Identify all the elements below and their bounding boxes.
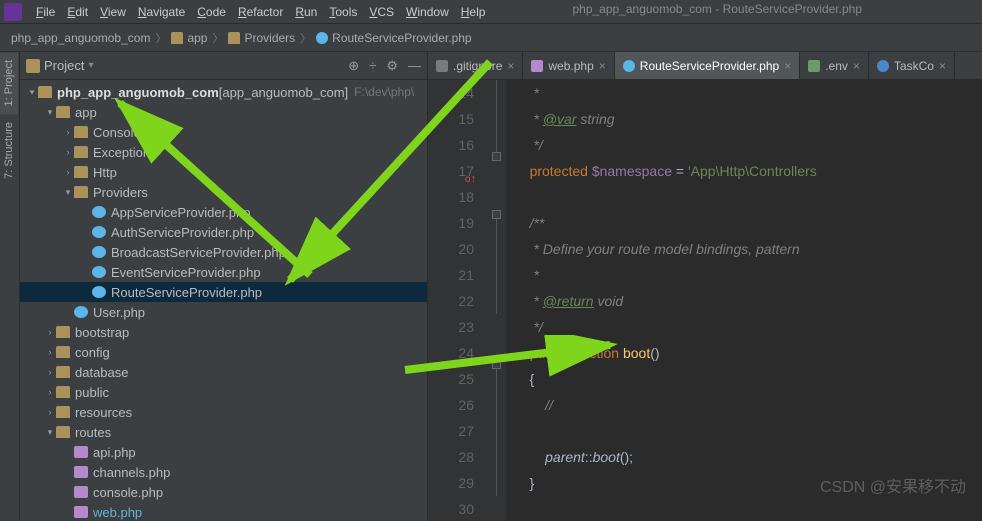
tree-row[interactable]: EventServiceProvider.php	[20, 262, 427, 282]
line-gutter: 14151617o↑18192021222324o↑252627282930	[428, 80, 488, 521]
breadcrumb-item[interactable]: php_app_anguomob_com	[8, 31, 153, 45]
tree-row[interactable]: ▾Providers	[20, 182, 427, 202]
project-panel: Project ▾ ⊕ ÷ ⚙ — ▾php_app_anguomob_com …	[20, 52, 428, 521]
menu-file[interactable]: File	[30, 3, 61, 21]
menu-vcs[interactable]: VCS	[363, 3, 400, 21]
code-area[interactable]: * * @var string */ protected $namespace …	[506, 80, 982, 521]
tool-structure[interactable]: 7: Structure	[0, 114, 18, 187]
fold-marker[interactable]	[492, 152, 501, 161]
menu-code[interactable]: Code	[191, 3, 232, 21]
window-title: php_app_anguomob_com - RouteServiceProvi…	[572, 2, 862, 16]
tree-row[interactable]: ›config	[20, 342, 427, 362]
editor-tabs: .gitignore×web.php×RouteServiceProvider.…	[428, 52, 982, 80]
tree-row[interactable]: ▾routes	[20, 422, 427, 442]
tree-row[interactable]: AppServiceProvider.php	[20, 202, 427, 222]
project-tree[interactable]: ▾php_app_anguomob_com [app_anguomob_com]…	[20, 80, 427, 521]
tool-window-bar: 1: Project 7: Structure	[0, 52, 20, 521]
editor-tab[interactable]: TaskCo×	[869, 52, 955, 79]
editor-panel: .gitignore×web.php×RouteServiceProvider.…	[428, 52, 982, 521]
app-icon	[4, 3, 22, 21]
tree-row[interactable]: ›Http	[20, 162, 427, 182]
breadcrumb: php_app_anguomob_com〉app〉Providers〉Route…	[0, 24, 982, 52]
tree-row[interactable]: channels.php	[20, 462, 427, 482]
menu-edit[interactable]: Edit	[61, 3, 94, 21]
tree-row[interactable]: api.php	[20, 442, 427, 462]
fold-marker[interactable]	[492, 210, 501, 219]
tree-row[interactable]: ›Console	[20, 122, 427, 142]
tree-row[interactable]: console.php	[20, 482, 427, 502]
target-icon[interactable]: ⊕	[348, 58, 359, 74]
project-panel-header: Project ▾ ⊕ ÷ ⚙ —	[20, 52, 427, 80]
menu-window[interactable]: Window	[400, 3, 455, 21]
editor-body[interactable]: 14151617o↑18192021222324o↑252627282930 *…	[428, 80, 982, 521]
watermark: CSDN @安果移不动	[820, 473, 966, 497]
tree-row[interactable]: ▾app	[20, 102, 427, 122]
menu-run[interactable]: Run	[289, 3, 323, 21]
fold-marker[interactable]	[492, 360, 501, 369]
close-icon[interactable]: ×	[853, 59, 860, 73]
editor-tab[interactable]: web.php×	[523, 52, 614, 79]
tree-row[interactable]: ›database	[20, 362, 427, 382]
menu-navigate[interactable]: Navigate	[132, 3, 191, 21]
tree-row[interactable]: ›Exceptions	[20, 142, 427, 162]
tree-row[interactable]: AuthServiceProvider.php	[20, 222, 427, 242]
menu-tools[interactable]: Tools	[323, 3, 363, 21]
tree-row[interactable]: web.php	[20, 502, 427, 521]
menu-view[interactable]: View	[94, 3, 132, 21]
hide-icon[interactable]: —	[408, 58, 421, 74]
fold-bar	[488, 80, 506, 521]
breadcrumb-item[interactable]: Providers	[225, 31, 298, 45]
tree-row[interactable]: ›public	[20, 382, 427, 402]
editor-tab[interactable]: RouteServiceProvider.php×	[615, 52, 800, 79]
tree-row[interactable]: ▾php_app_anguomob_com [app_anguomob_com]…	[20, 82, 427, 102]
close-icon[interactable]: ×	[784, 59, 791, 73]
collapse-icon[interactable]: ÷	[369, 58, 376, 74]
project-icon	[26, 59, 40, 73]
tree-row[interactable]: BroadcastServiceProvider.php	[20, 242, 427, 262]
tree-row[interactable]: RouteServiceProvider.php	[20, 282, 427, 302]
tree-row[interactable]: ›resources	[20, 402, 427, 422]
dropdown-icon[interactable]: ▾	[88, 60, 93, 71]
breadcrumb-item[interactable]: RouteServiceProvider.php	[313, 31, 474, 45]
tree-row[interactable]: User.php	[20, 302, 427, 322]
close-icon[interactable]: ×	[507, 59, 514, 73]
editor-tab[interactable]: .gitignore×	[428, 52, 523, 79]
tool-project[interactable]: 1: Project	[0, 52, 18, 114]
menu-refactor[interactable]: Refactor	[232, 3, 289, 21]
gear-icon[interactable]: ⚙	[386, 58, 398, 74]
tree-row[interactable]: ›bootstrap	[20, 322, 427, 342]
breadcrumb-item[interactable]: app	[168, 31, 210, 45]
editor-tab[interactable]: .env×	[800, 52, 869, 79]
close-icon[interactable]: ×	[939, 59, 946, 73]
menu-help[interactable]: Help	[455, 3, 492, 21]
close-icon[interactable]: ×	[599, 59, 606, 73]
panel-title: Project	[44, 58, 84, 73]
